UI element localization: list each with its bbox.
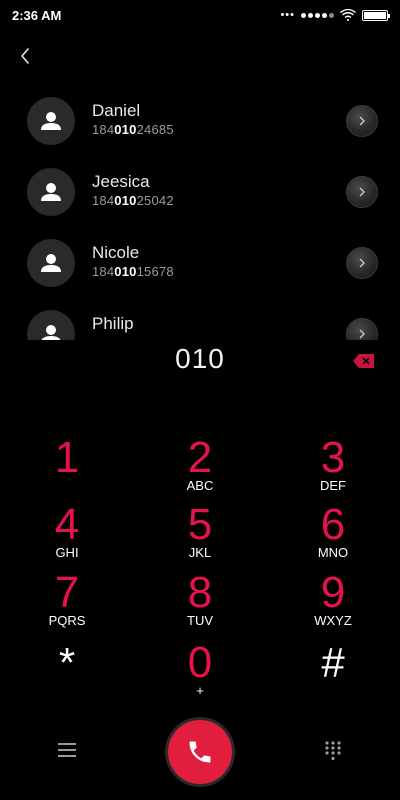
contact-name: Daniel [92, 101, 141, 120]
key-digit: 2 [187, 433, 213, 482]
key-letters: WXYZ [314, 613, 352, 628]
key-letters: + [196, 683, 204, 698]
key-0[interactable]: 0 + [150, 640, 250, 706]
signal-icon [301, 12, 334, 18]
key-8[interactable]: 8 TUV [150, 570, 250, 636]
more-dots-icon: ••• [280, 9, 295, 21]
delete-button[interactable] [352, 352, 376, 370]
key-digit: 5 [187, 500, 213, 549]
contact-info: Daniel 18401024685 [92, 101, 174, 139]
battery-fill [364, 11, 386, 19]
contact-row[interactable]: Nicole 18401015678 [0, 227, 400, 298]
key-hash[interactable]: # [283, 640, 383, 706]
person-icon [41, 111, 61, 130]
chevron-left-icon [21, 48, 29, 64]
key-letters: MNO [317, 545, 349, 560]
battery-icon [362, 9, 390, 21]
avatar [27, 167, 75, 216]
avatar [27, 309, 75, 340]
contact-detail-button[interactable] [346, 104, 378, 137]
menu-icon [58, 743, 76, 757]
dialpad-icon [325, 741, 341, 761]
key-1[interactable]: 1 [17, 435, 117, 501]
status-bar: 2:36 AM ••• [0, 0, 400, 30]
key-letters: JKL [188, 545, 212, 560]
key-4[interactable]: 4 GHI [17, 502, 117, 568]
key-digit: 8 [187, 568, 213, 617]
key-star[interactable]: * [17, 640, 117, 706]
contact-name: Jeesica [92, 172, 150, 191]
key-digit: 3 [320, 433, 346, 482]
key-5[interactable]: 5 JKL [150, 502, 250, 568]
arrow-right-icon [359, 329, 365, 338]
person-icon [41, 324, 61, 340]
key-3[interactable]: 3 DEF [283, 435, 383, 501]
wifi-icon [340, 9, 356, 21]
status-icons: ••• [280, 9, 390, 21]
dialed-number-display[interactable]: 010 [0, 343, 400, 375]
dialpad-toggle-button[interactable] [322, 740, 344, 762]
key-digit: 6 [320, 500, 346, 549]
number-match-highlight: 010 [114, 122, 137, 137]
back-button[interactable] [12, 42, 38, 70]
menu-button[interactable] [56, 741, 78, 759]
contact-number: 18401024685 [92, 122, 174, 137]
key-7[interactable]: 7 PQRS [17, 570, 117, 636]
contact-info: Nicole 18401015678 [92, 243, 174, 281]
call-button[interactable] [168, 720, 232, 784]
contact-detail-button[interactable] [346, 317, 378, 340]
person-icon [41, 253, 61, 272]
key-symbol: * [58, 639, 76, 686]
number-match-highlight: 010 [114, 264, 137, 279]
key-letters: PQRS [48, 613, 86, 628]
phone-icon [189, 741, 211, 763]
contact-number: 18401025042 [92, 193, 174, 208]
key-digit: 9 [320, 568, 346, 617]
arrow-right-icon [359, 187, 365, 196]
status-time: 2:36 AM [12, 7, 62, 23]
arrow-right-icon [359, 116, 365, 125]
contact-row[interactable]: Jeesica 18401025042 [0, 156, 400, 227]
key-9[interactable]: 9 WXYZ [283, 570, 383, 636]
key-letters: DEF [320, 478, 346, 493]
key-letters: TUV [187, 613, 213, 628]
key-digit: 0 [187, 638, 213, 687]
contact-name: Philip [92, 314, 134, 333]
key-letters: ABC [186, 478, 214, 493]
contact-name: Nicole [92, 243, 140, 262]
key-digit: 4 [54, 500, 80, 549]
backspace-icon [353, 354, 374, 368]
contact-row[interactable]: Philip [0, 298, 400, 340]
contact-row[interactable]: Daniel 18401024685 [0, 85, 400, 156]
key-6[interactable]: 6 MNO [283, 502, 383, 568]
key-2[interactable]: 2 ABC [150, 435, 250, 501]
contact-info: Jeesica 18401025042 [92, 172, 174, 210]
contact-info: Philip [92, 314, 134, 334]
key-digit: 1 [54, 433, 80, 482]
arrow-right-icon [359, 258, 365, 267]
bottom-action-bar [0, 715, 400, 790]
avatar [27, 96, 75, 145]
key-digit: 7 [54, 568, 80, 617]
contact-number: 18401015678 [92, 264, 174, 279]
key-letters: GHI [55, 545, 79, 560]
contact-detail-button[interactable] [346, 175, 378, 208]
key-symbol: # [321, 639, 345, 686]
number-match-highlight: 010 [114, 193, 137, 208]
person-icon [41, 182, 61, 201]
avatar [27, 238, 75, 287]
contact-detail-button[interactable] [346, 246, 378, 279]
contact-suggestion-list: Daniel 18401024685 Jeesica 18401025042 N… [0, 85, 400, 340]
